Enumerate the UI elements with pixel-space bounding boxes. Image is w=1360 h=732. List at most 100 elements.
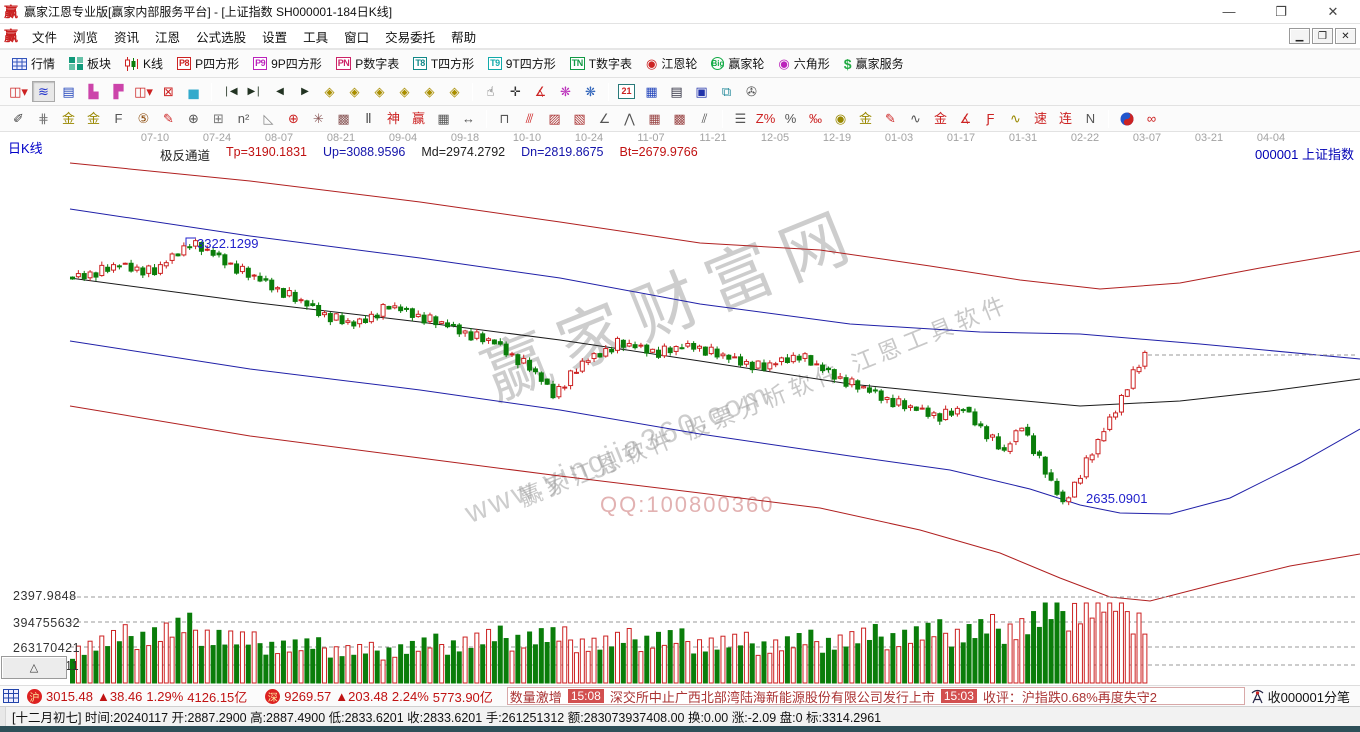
gold-line-tool[interactable]: 金 xyxy=(854,108,877,129)
span-measure-tool[interactable]: ↔ xyxy=(457,108,480,129)
grid-tool[interactable]: ⋕ xyxy=(32,108,55,129)
toolbar-9p-square[interactable]: P99P四方形 xyxy=(247,53,328,74)
step-back-icon[interactable]: ◀ xyxy=(268,81,291,102)
toolbar-gann-wheel[interactable]: ◉江恩轮 xyxy=(640,53,703,74)
gold-wave-tool[interactable]: ∿ xyxy=(1004,108,1027,129)
pen-tool[interactable]: ✐ xyxy=(7,108,30,129)
fan-box-tool[interactable]: ▨ xyxy=(543,108,566,129)
toolbar-t-square[interactable]: T8T四方形 xyxy=(407,53,480,74)
permille-tool[interactable]: ‰ xyxy=(804,108,827,129)
goto-last-icon[interactable]: ▶❘ xyxy=(243,81,266,102)
fib-fan-tool[interactable]: Ƒ xyxy=(979,108,1002,129)
toolbar-blocks[interactable]: 板块 xyxy=(63,53,117,74)
menu-浏览[interactable]: 浏览 xyxy=(65,24,106,49)
zigzag-tool[interactable]: ⋀ xyxy=(618,108,641,129)
mark-pen-tool[interactable]: ✎ xyxy=(879,108,902,129)
news-ticker[interactable]: 数量激增15:08深交所中止广西北部湾陆海新能源股份有限公司发行上市15:03收… xyxy=(507,687,1245,705)
zoom-left-icon[interactable]: ◈ xyxy=(318,81,341,102)
hand-cursor-icon[interactable]: ☝ xyxy=(479,81,502,102)
pattern-x-icon[interactable]: ⊠ xyxy=(157,81,180,102)
menu-帮助[interactable]: 帮助 xyxy=(443,24,484,49)
close-button[interactable]: ✕ xyxy=(1322,4,1344,20)
kline-chart-area[interactable]: 赢家财富网 赢家江恩软件 股票分析软件 江恩工具软件 www.yingjia36… xyxy=(0,132,1360,685)
calendar-icon[interactable]: 21 xyxy=(615,81,638,102)
minimize-button[interactable]: — xyxy=(1218,4,1240,20)
mdi-minimize-button[interactable]: ▁ xyxy=(1289,28,1310,44)
trend-angle-tool[interactable]: ∠ xyxy=(593,108,616,129)
compress-icon[interactable]: ◈ xyxy=(393,81,416,102)
print-icon[interactable]: ✇ xyxy=(740,81,763,102)
toolbar-9t-square[interactable]: T99T四方形 xyxy=(482,53,562,74)
restore-button[interactable]: ❐ xyxy=(1270,4,1292,20)
fan-box2-tool[interactable]: ▧ xyxy=(568,108,591,129)
menu-公式选股[interactable]: 公式选股 xyxy=(188,24,254,49)
price-grid-tool[interactable]: ▦ xyxy=(643,108,666,129)
flower-magenta-icon[interactable]: ❋ xyxy=(554,81,577,102)
mdi-restore-button[interactable]: ❐ xyxy=(1312,28,1333,44)
price-grid2-tool[interactable]: ▩ xyxy=(668,108,691,129)
compass-tool[interactable]: ⊕ xyxy=(182,108,205,129)
infinity-icon[interactable]: ∞ xyxy=(1140,108,1163,129)
spiral-tool[interactable]: ⑤ xyxy=(132,108,155,129)
levels-tool[interactable]: ☰ xyxy=(729,108,752,129)
list-panel-icon[interactable]: ▤ xyxy=(57,81,80,102)
win-tool[interactable]: 赢 xyxy=(407,108,430,129)
toolbar-winner-service[interactable]: $赢家服务 xyxy=(838,53,910,74)
quote-table-icon[interactable] xyxy=(3,689,19,703)
percent-zone-tool[interactable]: Z% xyxy=(754,108,777,129)
candle-type-dropdown[interactable]: ◫▾ xyxy=(132,81,155,102)
fibonacci-grid-tool[interactable]: F xyxy=(107,108,130,129)
expand-v-icon[interactable]: ◈ xyxy=(418,81,441,102)
toolbar-winner-wheel[interactable]: Big赢家轮 xyxy=(705,53,770,74)
angle-measure-icon[interactable]: ∡ xyxy=(529,81,552,102)
bars-9-icon[interactable]: ▛ xyxy=(107,81,130,102)
toolbar-quote-grid[interactable]: 行情 xyxy=(6,53,61,74)
yinyang-icon[interactable] xyxy=(1115,108,1138,129)
gold-grid2-tool[interactable]: 金 xyxy=(82,108,105,129)
percent-tool[interactable]: % xyxy=(779,108,802,129)
kline-style-dropdown[interactable]: ◫▾ xyxy=(7,81,30,102)
expand-all-icon[interactable]: ◈ xyxy=(443,81,466,102)
red-angle-tool[interactable]: ∡ xyxy=(954,108,977,129)
zoom-right-icon[interactable]: ◈ xyxy=(343,81,366,102)
gann-fan-tool[interactable]: ⫻ xyxy=(518,108,541,129)
ruler-grid-tool[interactable]: ⊞ xyxy=(207,108,230,129)
flower-blue-icon[interactable]: ❋ xyxy=(579,81,602,102)
number-grid-tool[interactable]: ▦ xyxy=(432,108,455,129)
link-line-tool[interactable]: 连 xyxy=(1054,108,1077,129)
kline-plot[interactable] xyxy=(0,132,1360,685)
menu-工具[interactable]: 工具 xyxy=(295,24,336,49)
step-forward-icon[interactable]: ▶ xyxy=(293,81,316,102)
parallel-lines-tool[interactable]: ⫽ xyxy=(693,108,716,129)
menu-设置[interactable]: 设置 xyxy=(254,24,295,49)
gold-red-tool[interactable]: 金 xyxy=(929,108,952,129)
export-icon[interactable]: ⧉ xyxy=(715,81,738,102)
save-icon[interactable]: ▣ xyxy=(690,81,713,102)
red-pen-tool[interactable]: ✎ xyxy=(157,108,180,129)
calculator-icon[interactable]: ▦ xyxy=(640,81,663,102)
menu-交易委托[interactable]: 交易委托 xyxy=(377,24,443,49)
toolbar-hexagon[interactable]: ◉六角形 xyxy=(772,53,835,74)
shen-tool[interactable]: 神 xyxy=(382,108,405,129)
toolbar-kline[interactable]: K线 xyxy=(119,53,169,74)
menu-江恩[interactable]: 江恩 xyxy=(147,24,188,49)
toolbar-p-number-table[interactable]: PNP数字表 xyxy=(330,53,406,74)
volume-pane-collapse-button[interactable]: △ xyxy=(1,656,67,679)
gann-circle-tool[interactable]: ⊕ xyxy=(282,108,305,129)
angle-tool[interactable]: ◺ xyxy=(257,108,280,129)
gold-ring-tool[interactable]: ◉ xyxy=(829,108,852,129)
wave-line-tool[interactable]: ∿ xyxy=(904,108,927,129)
menu-资讯[interactable]: 资讯 xyxy=(106,24,147,49)
pillar-tool[interactable]: Ⅱ xyxy=(357,108,380,129)
square-number-tool[interactable]: n² xyxy=(232,108,255,129)
toolbar-t-number-table[interactable]: TNT数字表 xyxy=(564,53,638,74)
frame-tool[interactable]: ⊓ xyxy=(493,108,516,129)
toolbar-p-square[interactable]: P8P四方形 xyxy=(171,53,245,74)
speed-line-tool[interactable]: 速 xyxy=(1029,108,1052,129)
zoom-h-icon[interactable]: ◈ xyxy=(368,81,391,102)
gold-grid-tool[interactable]: 金 xyxy=(57,108,80,129)
notepad-icon[interactable]: ▤ xyxy=(665,81,688,102)
menu-文件[interactable]: 文件 xyxy=(24,24,65,49)
web-grid-tool[interactable]: ▩ xyxy=(332,108,355,129)
menu-窗口[interactable]: 窗口 xyxy=(336,24,377,49)
